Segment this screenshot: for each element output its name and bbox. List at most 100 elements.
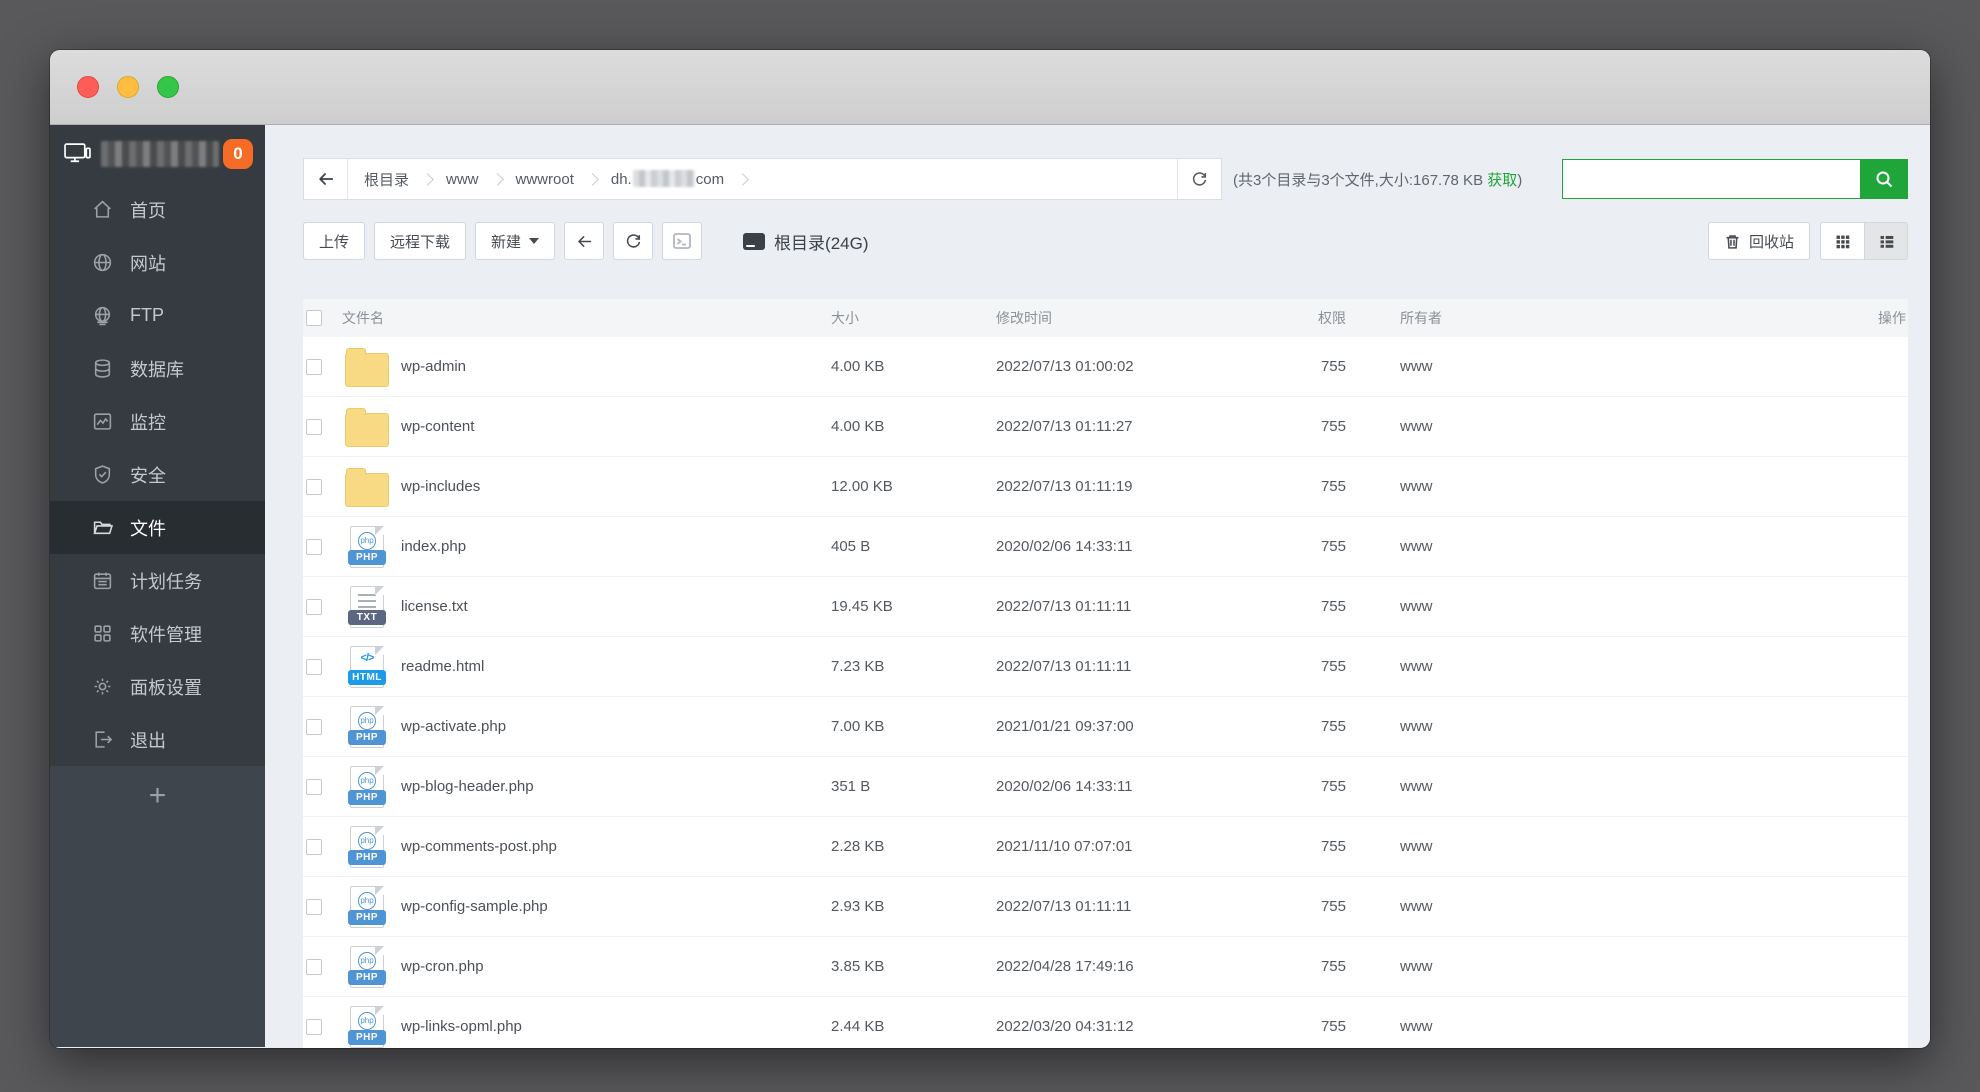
app-window: 0 首页 网站 FTP 数据库 监控 安全 文件 计划任务 软件管理 面板设置 … [50, 50, 1930, 1048]
row-checkbox[interactable] [306, 958, 322, 975]
recycle-bin-button[interactable]: 回收站 [1707, 222, 1810, 260]
select-all-checkbox[interactable] [306, 310, 322, 326]
sidebar-item-gear[interactable]: 面板设置 [50, 660, 265, 713]
add-shortcut-button[interactable]: + [149, 776, 167, 816]
upload-button[interactable]: 上传 [303, 222, 366, 260]
breadcrumb-segment[interactable]: 根目录 [364, 169, 409, 190]
row-checkbox[interactable] [306, 358, 322, 375]
gear-icon [92, 676, 113, 697]
file-name[interactable]: readme.html [401, 658, 484, 675]
file-mtime: 2022/07/13 01:11:19 [996, 478, 1133, 495]
php-file-icon: php PHP [348, 765, 386, 808]
table-row[interactable]: TXT license.txt 19.45 KB 2022/07/13 01:1… [303, 577, 1908, 637]
header-mtime[interactable]: 修改时间 [996, 308, 1296, 328]
breadcrumb-back-button[interactable] [304, 159, 348, 199]
row-checkbox[interactable] [306, 478, 322, 495]
sidebar-item-logout[interactable]: 退出 [50, 713, 265, 766]
terminal-button[interactable] [662, 222, 703, 260]
sidebar-item-label: FTP [130, 305, 164, 325]
table-row[interactable]: php PHP wp-links-opml.php 2.44 KB 2022/03… [303, 997, 1908, 1048]
file-icon [339, 347, 395, 387]
row-checkbox[interactable] [306, 898, 322, 915]
sidebar-item-shield[interactable]: 安全 [50, 448, 265, 501]
row-checkbox[interactable] [306, 418, 322, 435]
row-checkbox[interactable] [306, 778, 322, 795]
file-name[interactable]: wp-blog-header.php [401, 778, 534, 795]
calc-size-link[interactable]: 获取 [1487, 172, 1517, 189]
table-row[interactable]: </> HTML readme.html 7.23 KB 2022/07/13 0… [303, 637, 1908, 697]
file-owner: www [1400, 718, 1433, 735]
header-size[interactable]: 大小 [831, 308, 996, 328]
sidebar-item-home[interactable]: 首页 [50, 183, 265, 236]
row-checkbox[interactable] [306, 538, 322, 555]
row-checkbox[interactable] [306, 838, 322, 855]
back-button[interactable] [564, 222, 605, 260]
root-directory-selector[interactable]: 根目录(24G) [743, 229, 869, 254]
breadcrumb-segment[interactable]: wwwroot [516, 171, 574, 188]
zoom-window-button[interactable] [157, 76, 179, 98]
file-permission: 755 [1320, 358, 1346, 375]
file-permission: 755 [1320, 658, 1346, 675]
file-name[interactable]: wp-content [401, 418, 474, 435]
table-row[interactable]: php PHP wp-comments-post.php 2.28 KB 2021… [303, 817, 1908, 877]
file-name[interactable]: wp-comments-post.php [401, 838, 557, 855]
globe-icon [92, 252, 113, 273]
panel-logo[interactable]: 0 [50, 125, 265, 183]
file-name[interactable]: wp-activate.php [401, 718, 506, 735]
breadcrumb-segment[interactable]: www [446, 171, 479, 188]
table-row[interactable]: php PHP wp-cron.php 3.85 KB 2022/04/28 17… [303, 937, 1908, 997]
file-name[interactable]: wp-admin [401, 358, 466, 375]
row-checkbox[interactable] [306, 658, 322, 675]
file-size: 7.00 KB [831, 718, 885, 735]
table-row[interactable]: wp-includes 12.00 KB 2022/07/13 01:11:19… [303, 457, 1908, 517]
sidebar-item-folder[interactable]: 文件 [50, 501, 265, 554]
folder-icon [345, 467, 389, 507]
close-window-button[interactable] [77, 76, 99, 98]
breadcrumb-segment-current[interactable]: dh. com [611, 170, 724, 188]
table-row[interactable]: php PHP wp-blog-header.php 351 B 2020/02/… [303, 757, 1908, 817]
sidebar-item-ftp[interactable]: FTP [50, 289, 265, 342]
table-row[interactable]: wp-admin 4.00 KB 2022/07/13 01:00:02 755… [303, 337, 1908, 397]
row-checkbox[interactable] [306, 598, 322, 615]
table-row[interactable]: php PHP wp-config-sample.php 2.93 KB 2022… [303, 877, 1908, 937]
file-name[interactable]: index.php [401, 538, 466, 555]
header-permission[interactable]: 权限 [1296, 308, 1346, 328]
sidebar-item-database[interactable]: 数据库 [50, 342, 265, 395]
header-filename[interactable]: 文件名 [339, 308, 831, 328]
table-row[interactable]: php PHP wp-activate.php 7.00 KB 2021/01/2… [303, 697, 1908, 757]
file-permission: 755 [1320, 718, 1346, 735]
file-icon: </> HTML [339, 645, 395, 688]
breadcrumb-refresh-button[interactable] [1177, 159, 1221, 199]
file-name[interactable]: license.txt [401, 598, 468, 615]
remote-download-button[interactable]: 远程下载 [374, 222, 467, 260]
file-size: 4.00 KB [831, 418, 885, 435]
row-checkbox[interactable] [306, 718, 322, 735]
search-input[interactable] [1563, 160, 1860, 198]
apps-icon [92, 623, 113, 644]
table-row[interactable]: php PHP index.php 405 B 2020/02/06 14:33:… [303, 517, 1908, 577]
file-name[interactable]: wp-links-opml.php [401, 1018, 522, 1035]
file-name[interactable]: wp-includes [401, 478, 480, 495]
table-row[interactable]: wp-content 4.00 KB 2022/07/13 01:11:27 7… [303, 397, 1908, 457]
file-size: 2.93 KB [831, 898, 885, 915]
refresh-button[interactable] [613, 222, 654, 260]
row-checkbox[interactable] [306, 1018, 322, 1035]
notification-badge[interactable]: 0 [223, 139, 253, 169]
file-name[interactable]: wp-config-sample.php [401, 898, 548, 915]
file-mtime: 2021/01/21 09:37:00 [996, 718, 1134, 735]
file-owner: www [1400, 418, 1433, 435]
shield-icon [92, 464, 113, 485]
list-view-button[interactable] [1864, 222, 1908, 260]
directory-stats: (共3个目录与3个文件,大小:167.78 KB 获取) [1233, 171, 1523, 189]
sidebar-item-monitor[interactable]: 监控 [50, 395, 265, 448]
new-file-dropdown-button[interactable]: 新建 [475, 222, 556, 260]
file-name[interactable]: wp-cron.php [401, 958, 484, 975]
sidebar-item-globe[interactable]: 网站 [50, 236, 265, 289]
sidebar-item-apps[interactable]: 软件管理 [50, 607, 265, 660]
grid-view-button[interactable] [1820, 222, 1864, 260]
sidebar-item-calendar[interactable]: 计划任务 [50, 554, 265, 607]
search-button[interactable] [1860, 160, 1907, 198]
header-owner[interactable]: 所有者 [1346, 308, 1848, 328]
sidebar-item-label: 监控 [130, 412, 166, 433]
minimize-window-button[interactable] [117, 76, 139, 98]
